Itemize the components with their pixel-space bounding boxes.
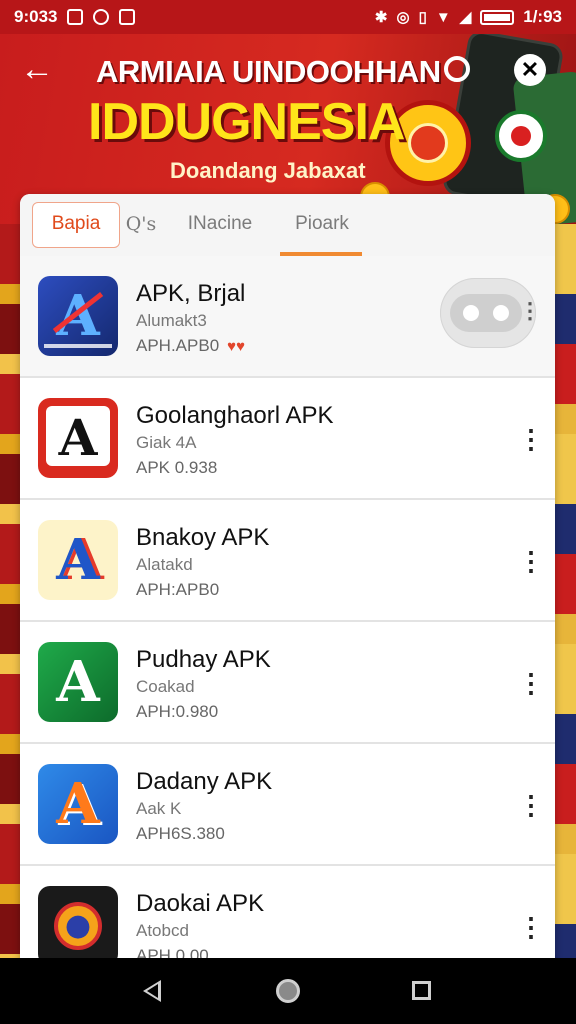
app-version: APH:APB0	[136, 580, 220, 599]
app-developer: Coakad	[136, 677, 195, 696]
status-time: 9:033	[14, 7, 58, 26]
ring-icon[interactable]	[444, 56, 470, 82]
emblem-logo-icon[interactable]: ●	[38, 886, 118, 964]
gallery-icon	[67, 9, 84, 25]
banner-subtitle: Doandang Jabaxat	[170, 158, 366, 183]
app-version: APH6S.380	[136, 824, 225, 843]
hearts-icon: ♥♥	[227, 338, 245, 355]
tab-qs[interactable]: Q's	[118, 194, 164, 256]
app-developer: Aak K	[136, 799, 182, 818]
sync-icon: ◎	[396, 9, 410, 26]
more-options-icon[interactable]: ⋮	[518, 544, 544, 578]
a-logo-yellow-icon[interactable]: A	[38, 520, 118, 600]
nav-home-icon[interactable]	[276, 979, 300, 1003]
status-bar: 9:033 ✱ ◎ ▯ ▼ ◢ 1/:93	[0, 0, 576, 34]
list-item[interactable]: A Goolanghaorl APK Giak 4A APK 0.938 ⋮	[20, 378, 555, 500]
app-version: APH.APB0 ♥♥	[136, 336, 245, 355]
app-version: APK 0.938	[136, 458, 218, 477]
a-logo-orange-icon[interactable]: A	[38, 764, 118, 844]
tab-bapia[interactable]: Bapia	[32, 194, 120, 256]
banner-title: ARMIAIA UINDOOHHAN	[96, 54, 441, 89]
more-options-icon[interactable]: ⋮	[518, 666, 544, 700]
back-arrow-icon[interactable]: ←	[20, 52, 54, 86]
app-list-card: Bapia Q's INacine Pioark A APK, Brjal Al…	[20, 194, 555, 964]
app-name: Daokai APK	[136, 890, 265, 917]
list-item[interactable]: A APK, Brjal Alumakt3 APH.APB0 ♥♥ ⋮	[20, 256, 555, 378]
app-name: Pudhay APK	[136, 646, 271, 673]
shop-icon	[119, 9, 136, 25]
nav-back-icon[interactable]	[143, 980, 161, 1002]
app-developer: Atobcd	[136, 921, 189, 940]
app-developer: Giak 4A	[136, 433, 197, 452]
more-options-icon[interactable]: ⋮	[518, 422, 544, 456]
a-logo-blue-icon[interactable]: A	[38, 276, 118, 356]
list-item[interactable]: A Pudhay APK Coakad APH:0.980 ⋮	[20, 622, 555, 744]
app-name: APK, Brjal	[136, 280, 246, 307]
status-clock: 1/:93	[523, 7, 562, 26]
tab-inacine[interactable]: INacine	[180, 194, 260, 256]
app-developer: Alumakt3	[136, 311, 207, 330]
notification-icon	[93, 9, 110, 25]
battery-icon	[480, 9, 515, 25]
app-developer: Alatakd	[136, 555, 193, 574]
system-nav-bar	[0, 958, 576, 1024]
app-name: Dadany APK	[136, 768, 273, 795]
side-decoration-left	[0, 224, 22, 984]
list-item[interactable]: A Bnakoy APK Alatakd APH:APB0 ⋮	[20, 500, 555, 622]
list-item[interactable]: A Dadany APK Aak K APH6S.380 ⋮	[20, 744, 555, 866]
wifi-icon: ▼	[435, 8, 451, 26]
tab-bar: Bapia Q's INacine Pioark	[20, 194, 555, 257]
app-name: Bnakoy APK	[136, 524, 270, 551]
app-list: A APK, Brjal Alumakt3 APH.APB0 ♥♥ ⋮ A Goo…	[20, 256, 555, 964]
signal-icon: ◢	[459, 9, 472, 26]
more-options-icon[interactable]: ⋮	[518, 294, 542, 328]
a-logo-red-icon[interactable]: A	[38, 398, 118, 478]
side-decoration-right	[554, 224, 576, 984]
nav-recents-icon[interactable]	[412, 981, 431, 1000]
more-options-icon[interactable]: ⋮	[518, 910, 544, 944]
a-logo-green-icon[interactable]: A	[38, 642, 118, 722]
banner-heading: IDDUGNESIA	[88, 93, 405, 151]
app-version: APH:0.980	[136, 702, 219, 721]
vibrate-icon: ▯	[418, 9, 427, 26]
tab-pioark[interactable]: Pioark	[282, 194, 362, 256]
close-icon[interactable]: ✕	[514, 54, 546, 86]
app-name: Goolanghaorl APK	[136, 402, 334, 429]
list-item[interactable]: ● Daokai APK Atobcd APH 0.00 ⋮	[20, 866, 555, 964]
bluetooth-icon: ✱	[374, 9, 388, 26]
more-options-icon[interactable]: ⋮	[518, 788, 544, 822]
badge-emblem-icon	[495, 110, 547, 162]
